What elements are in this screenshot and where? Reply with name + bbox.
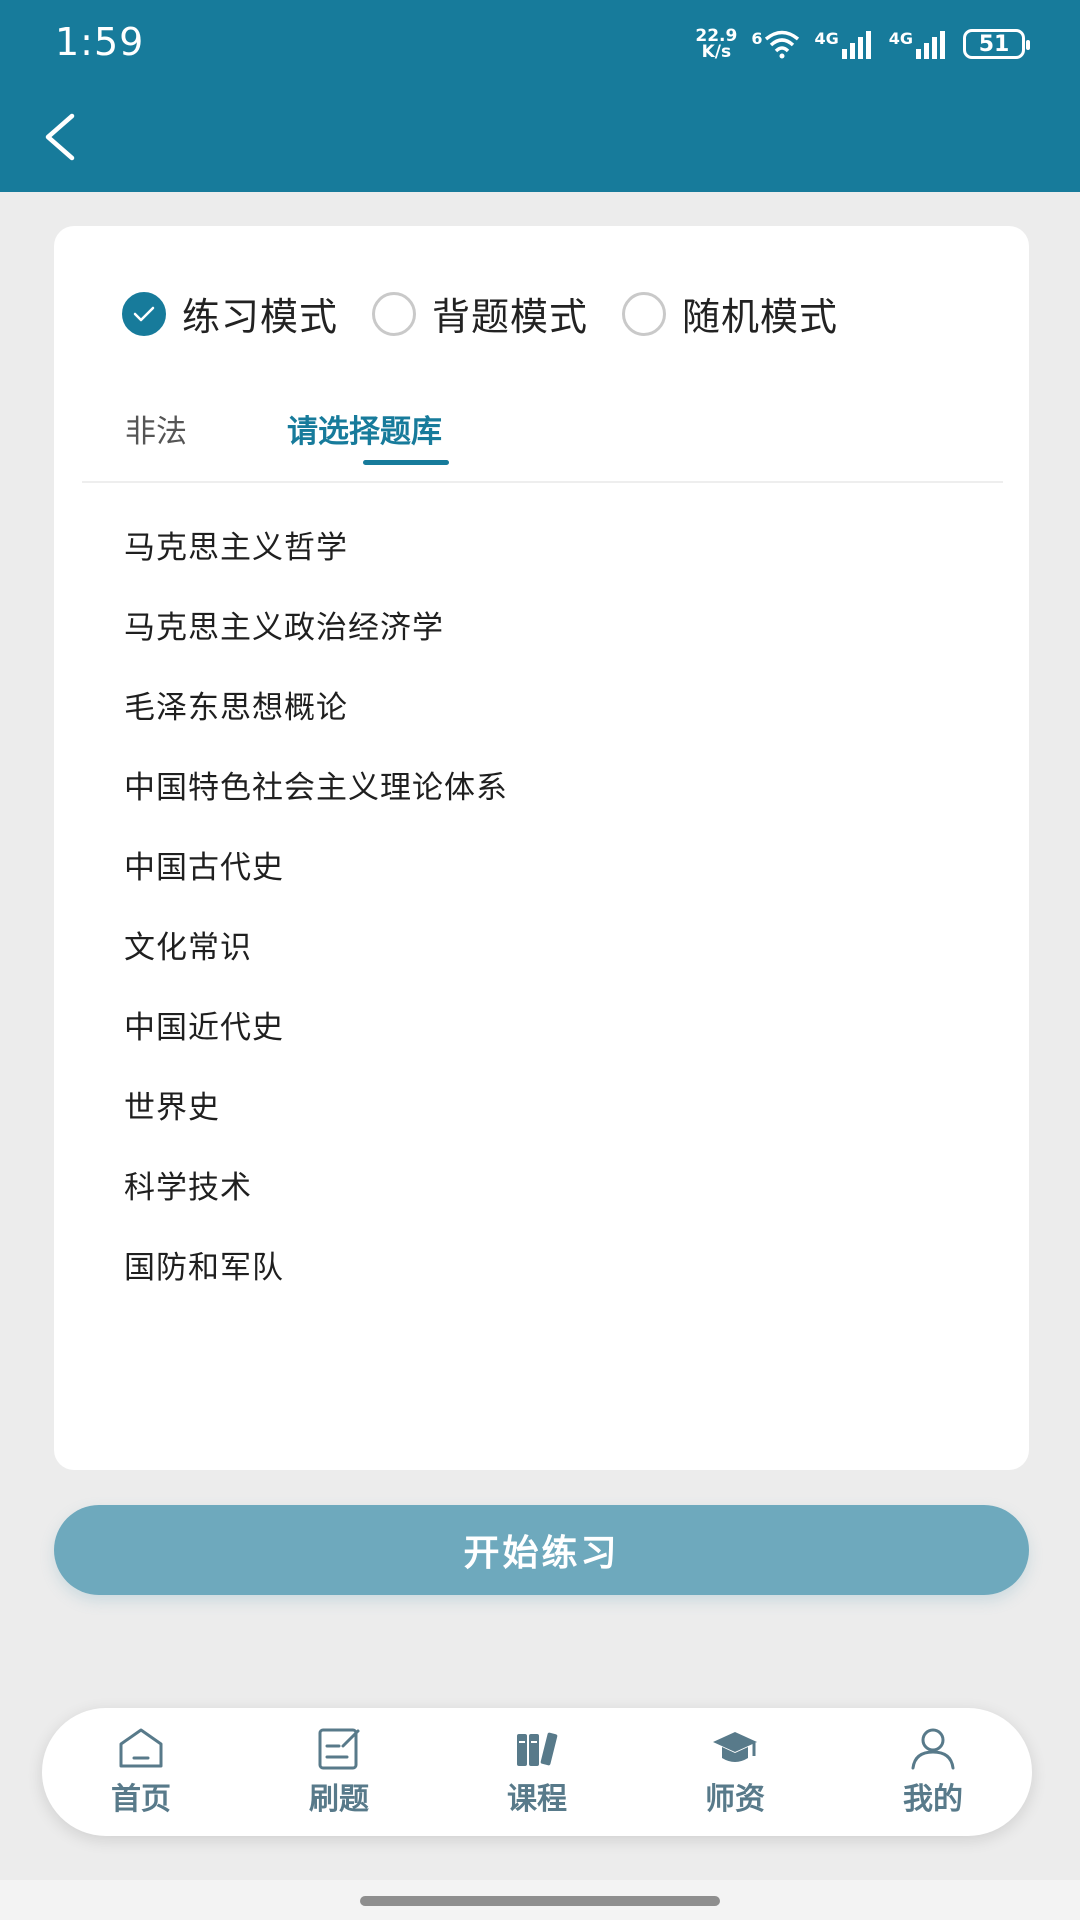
list-item[interactable]: 文化常识 (124, 908, 508, 988)
edit-note-icon (318, 1728, 360, 1770)
mode-practice[interactable]: 练习模式 (122, 286, 338, 341)
nav-item-courses[interactable]: 课程 (457, 1726, 617, 1818)
nav-item-mine[interactable]: 我的 (853, 1726, 1013, 1818)
nav-label-home: 首页 (111, 1782, 171, 1817)
radio-checked-icon (122, 291, 166, 336)
signal-1-label: 4G (814, 29, 839, 48)
signal-icon-2: 4G (889, 29, 949, 59)
mode-recite[interactable]: 背题模式 (372, 286, 588, 341)
wifi-label: 6 (751, 29, 763, 48)
user-icon (911, 1728, 955, 1770)
top-app-bar: 1:59 22.9 K/s 6 4G 4G 51 (0, 0, 1080, 192)
status-time: 1:59 (55, 20, 145, 64)
home-icon (119, 1728, 163, 1768)
list-item[interactable]: 毛泽东思想概论 (124, 668, 508, 748)
nav-label-teachers: 师资 (705, 1782, 765, 1817)
mode-practice-label: 练习模式 (182, 295, 339, 339)
mode-random-label: 随机模式 (682, 295, 839, 339)
chevron-left-icon (45, 113, 75, 161)
network-speed: 22.9 K/s (695, 28, 737, 62)
list-item[interactable]: 科学技术 (124, 1148, 508, 1228)
bottom-navigation: 首页 刷题 课程 师资 我的 (42, 1708, 1032, 1836)
nav-item-home[interactable]: 首页 (61, 1726, 221, 1818)
list-item[interactable]: 马克思主义政治经济学 (124, 588, 508, 668)
nav-label-courses: 课程 (507, 1782, 567, 1817)
list-item[interactable]: 马克思主义哲学 (124, 508, 508, 588)
status-icons: 22.9 K/s 6 4G 4G 51 (695, 24, 1030, 64)
tab-select-bank[interactable]: 请选择题库 (287, 406, 442, 451)
list-item[interactable]: 中国特色社会主义理论体系 (124, 748, 508, 828)
tab-illegal[interactable]: 非法 (125, 406, 187, 451)
signal-icon-1: 4G (814, 29, 874, 59)
signal-2-label: 4G (888, 29, 913, 48)
start-practice-button[interactable]: 开始练习 (54, 1505, 1029, 1595)
home-indicator[interactable] (360, 1896, 720, 1906)
back-button[interactable] (40, 112, 90, 168)
list-item[interactable]: 国防和军队 (124, 1228, 508, 1308)
wifi-icon: 6 (751, 29, 800, 59)
graduation-cap-icon (713, 1732, 757, 1762)
list-item[interactable]: 中国古代史 (124, 828, 508, 908)
active-tab-indicator (363, 460, 449, 465)
mode-selector: 练习模式 背题模式 随机模式 (122, 286, 872, 341)
list-item[interactable]: 中国近代史 (124, 988, 508, 1068)
books-icon (517, 1732, 558, 1766)
nav-label-mine: 我的 (903, 1782, 963, 1817)
net-speed-unit: K/s (701, 42, 732, 62)
nav-label-practice: 刷题 (309, 1782, 369, 1817)
practice-card: 练习模式 背题模式 随机模式 非法 请选择题库 马克思主义哲学 马克思主义政治经… (54, 226, 1029, 1470)
radio-unchecked-icon (622, 291, 667, 336)
radio-unchecked-icon (372, 291, 417, 336)
battery-icon: 51 (963, 29, 1030, 59)
nav-item-teachers[interactable]: 师资 (655, 1726, 815, 1818)
nav-item-practice[interactable]: 刷题 (259, 1726, 419, 1818)
category-tabs: 非法 请选择题库 (82, 376, 1003, 483)
mode-recite-label: 背题模式 (432, 295, 589, 339)
list-item[interactable]: 世界史 (124, 1068, 508, 1148)
mode-random[interactable]: 随机模式 (622, 286, 838, 341)
subject-list: 马克思主义哲学 马克思主义政治经济学 毛泽东思想概论 中国特色社会主义理论体系 … (124, 508, 508, 1308)
battery-level: 51 (978, 31, 1010, 57)
